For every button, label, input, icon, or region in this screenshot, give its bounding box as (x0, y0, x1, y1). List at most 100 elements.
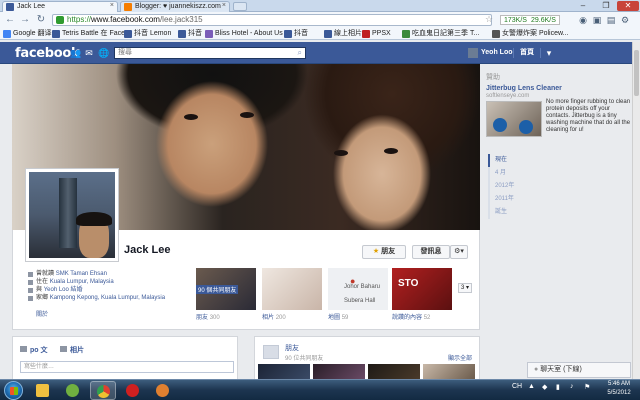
settings-dropdown-button[interactable]: ⚙▾ (450, 245, 468, 259)
post-photo-tab[interactable]: 相片 (60, 345, 84, 355)
minimize-button[interactable]: – (572, 1, 594, 11)
bookmark-favicon-icon (124, 30, 132, 38)
system-clock[interactable]: 5:46 AM 5/5/2012 (600, 380, 638, 398)
info-value-link[interactable]: Kuala Lumpur, Malaysia (50, 279, 114, 285)
tab-blogger[interactable]: Blogger: ♥ juannekiszz.com × (120, 1, 230, 12)
flag-icon[interactable]: ⚑ (584, 383, 590, 391)
info-value-link[interactable]: Kampong Kepong, Kuala Lumpur, Malaysia (50, 295, 165, 301)
info-value-link[interactable]: SMK Taman Ehsan (56, 271, 107, 277)
app-glyph (156, 384, 169, 397)
media-player-icon[interactable] (120, 381, 146, 400)
forward-arrow-icon[interactable]: → (19, 14, 31, 26)
close-window-button[interactable]: ✕ (617, 1, 639, 11)
friend-photo[interactable] (258, 364, 310, 380)
profile-picture[interactable] (25, 168, 119, 262)
network-speed-widget[interactable]: 173K/S 29.6K/S (500, 15, 560, 25)
back-arrow-icon[interactable]: ← (4, 14, 16, 26)
tray-icon[interactable]: ◆ (542, 383, 547, 391)
post-status-tab[interactable]: po 文 (20, 345, 48, 355)
likes-thumbnail[interactable]: STO (392, 268, 452, 310)
page-scrollbar[interactable] (632, 42, 640, 379)
friend-requests-icon[interactable]: 👥 (70, 48, 81, 58)
bookmark-label: 吃血鬼日記第三季 T... (412, 30, 480, 37)
scrollbar-thumb[interactable] (634, 50, 639, 96)
hand-app-icon[interactable] (150, 381, 176, 400)
bookmark-item[interactable]: 抖音 (284, 29, 308, 39)
messages-icon[interactable]: ✉ (84, 48, 94, 58)
facebook-top-bar: facebook 👥 ✉ 🌐 搜尋 ⌕ Yeoh Loo 首頁 ▾ (0, 42, 632, 64)
user-profile-link[interactable]: Yeoh Loo (468, 47, 513, 59)
friend-photo[interactable] (368, 364, 420, 380)
bookmark-item[interactable]: 女警爆炸案 Policew... (492, 29, 569, 39)
location-icon (28, 296, 33, 301)
search-input[interactable]: 搜尋 ⌕ (114, 47, 306, 59)
extension-icon[interactable]: ▣ (592, 15, 602, 25)
bookmark-item[interactable]: 抖音 Lemon (124, 29, 171, 39)
bookmark-label: Bliss Hotel - About Us (215, 30, 283, 37)
message-button[interactable]: 發訊息 (412, 245, 450, 259)
info-value-link[interactable]: Yeoh Loo 結婚 (44, 287, 83, 293)
bookmark-star-icon[interactable]: ☆ (485, 14, 493, 25)
address-bar[interactable]: https://www.facebook.com/lee.jack315 (52, 14, 492, 26)
photos-caption[interactable]: 相片 200 (262, 312, 286, 321)
timeline-item[interactable]: 誕生 (488, 206, 548, 219)
download-speed: 29.6K/S (530, 17, 556, 24)
maximize-button[interactable]: ❐ (595, 1, 617, 11)
see-all-link[interactable]: 顯示全部 (448, 353, 472, 362)
wrench-icon[interactable]: ⚙ (620, 15, 630, 25)
bookmark-item[interactable]: Tetris Battle 在 Face... (52, 29, 131, 39)
tray-arrow-icon[interactable]: ▲ (528, 383, 535, 390)
ad-image[interactable] (486, 101, 542, 137)
friends-caption[interactable]: 朋友 300 (196, 312, 220, 321)
notifications-icon[interactable]: 🌐 (98, 48, 109, 58)
home-link[interactable]: 首頁 (520, 47, 534, 59)
new-tab-button[interactable] (233, 2, 247, 11)
reload-icon[interactable]: ↻ (35, 14, 47, 26)
windows-explorer-icon[interactable] (30, 381, 56, 400)
friends-box-title[interactable]: 朋友 (285, 343, 299, 353)
close-tab-icon[interactable]: × (222, 2, 226, 9)
volume-icon[interactable]: ♪ (570, 383, 574, 390)
language-indicator[interactable]: CH (512, 383, 522, 390)
about-link[interactable]: 關於 (36, 309, 48, 318)
tab-jack-lee[interactable]: Jack Lee × (2, 1, 118, 12)
bookmark-label: 抖音 (188, 30, 202, 37)
chrome-icon[interactable] (90, 381, 116, 400)
compose-input[interactable]: 寫些什麼… (20, 361, 234, 373)
page-menu-icon[interactable]: ▤ (606, 15, 616, 25)
bookmark-item[interactable]: 吃血鬼日記第三季 T... (402, 29, 479, 39)
map-thumbnail[interactable]: ● Johor Baharu Subera Hall (328, 268, 388, 310)
search-icon[interactable]: ⌕ (298, 48, 302, 58)
bookmark-item[interactable]: Google 翻译 (3, 29, 52, 39)
app-glyph (97, 385, 110, 398)
timeline-item[interactable]: 2012年 (488, 180, 548, 193)
bookmarks-bar: Google 翻译 Tetris Battle 在 Face... 抖音 Lem… (0, 28, 640, 40)
timeline-item[interactable]: 4 月 (488, 167, 548, 180)
emoticon-app-icon[interactable] (60, 381, 86, 400)
network-icon[interactable]: ▮ (556, 383, 560, 391)
photos-thumbnail[interactable] (262, 268, 322, 310)
bookmark-item[interactable]: 線上相片 (324, 29, 362, 39)
timeline-item[interactable]: 現在 (488, 154, 548, 167)
extension-icon[interactable]: ◉ (578, 15, 588, 25)
ad-title[interactable]: Jitterbug Lens Cleaner (486, 85, 562, 92)
friend-button[interactable]: ★ 朋友 (362, 245, 406, 259)
chat-bar[interactable]: ● 聊天室 (下線) (527, 362, 631, 378)
bookmark-item[interactable]: Bliss Hotel - About Us (205, 29, 283, 39)
friends-thumbnail[interactable]: 90 個共同朋友 (196, 268, 256, 310)
bookmark-item[interactable]: 抖音 (178, 29, 202, 39)
start-button[interactable] (4, 381, 23, 400)
close-tab-icon[interactable]: × (110, 2, 114, 9)
bookmark-item[interactable]: PPSX (362, 29, 391, 39)
likes-caption[interactable]: 說讚的內容 52 (392, 312, 430, 321)
friend-photo[interactable] (423, 364, 475, 380)
account-menu-chevron-icon[interactable]: ▾ (544, 48, 554, 58)
timeline-item[interactable]: 2011年 (488, 193, 548, 206)
photo-detail (76, 212, 112, 226)
friend-photo[interactable] (313, 364, 365, 380)
more-sections-button[interactable]: 3 ▾ (458, 283, 472, 293)
map-caption[interactable]: 地圖 59 (328, 312, 348, 321)
tab-title: Blogger: ♥ juannekiszz.com (135, 3, 221, 10)
browser-tab-bar: Jack Lee × Blogger: ♥ juannekiszz.com × … (0, 0, 640, 12)
profile-name[interactable]: Jack Lee (124, 244, 170, 256)
